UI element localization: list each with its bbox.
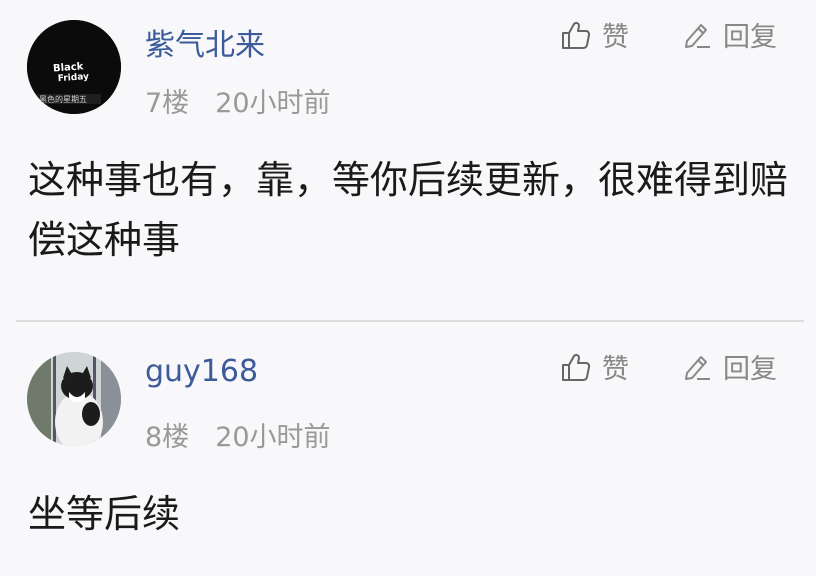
floor-number: 7楼 [145,88,190,119]
reply-label: 回复 [723,354,777,385]
like-button[interactable]: 赞 [560,347,629,386]
svg-text:黑色的星期五: 黑色的星期五 [39,94,87,104]
comment-text: 坐等后续 [28,492,181,536]
pencil-icon [685,355,710,380]
comment-item: guy168 8楼 20小时前 赞 回复 坐等后续 [0,322,816,576]
avatar-cat-image [27,352,121,446]
avatar[interactable] [27,352,121,446]
thumbs-up-icon [562,21,591,49]
thumbs-up-icon [562,353,591,381]
like-button[interactable]: 赞 [560,15,629,54]
reply-button[interactable]: 回复 [681,347,777,386]
avatar[interactable]: Black Friday 黑色的星期五 [27,20,121,114]
comment-list: Black Friday 黑色的星期五 紫气北来 7楼 20小时前 赞 回复 这… [0,0,816,576]
avatar-black-friday-image: Black Friday 黑色的星期五 [27,20,121,114]
timestamp: 20小时前 [215,88,331,119]
comment-text: 这种事也有，靠，等你后续更新，很难得到赔偿这种事 [28,158,789,262]
floor-number: 8楼 [145,422,190,453]
username[interactable]: guy168 [145,354,258,389]
like-label: 赞 [602,354,629,385]
username[interactable]: 紫气北来 [145,20,265,64]
like-label: 赞 [602,22,629,53]
reply-label: 回复 [723,22,777,53]
timestamp: 20小时前 [215,422,331,453]
comment-item: Black Friday 黑色的星期五 紫气北来 7楼 20小时前 赞 回复 这… [0,0,816,320]
pencil-icon [685,23,710,48]
comment-meta: 7楼 20小时前 [145,81,331,120]
reply-button[interactable]: 回复 [681,15,777,54]
comment-meta: 8楼 20小时前 [145,415,331,454]
